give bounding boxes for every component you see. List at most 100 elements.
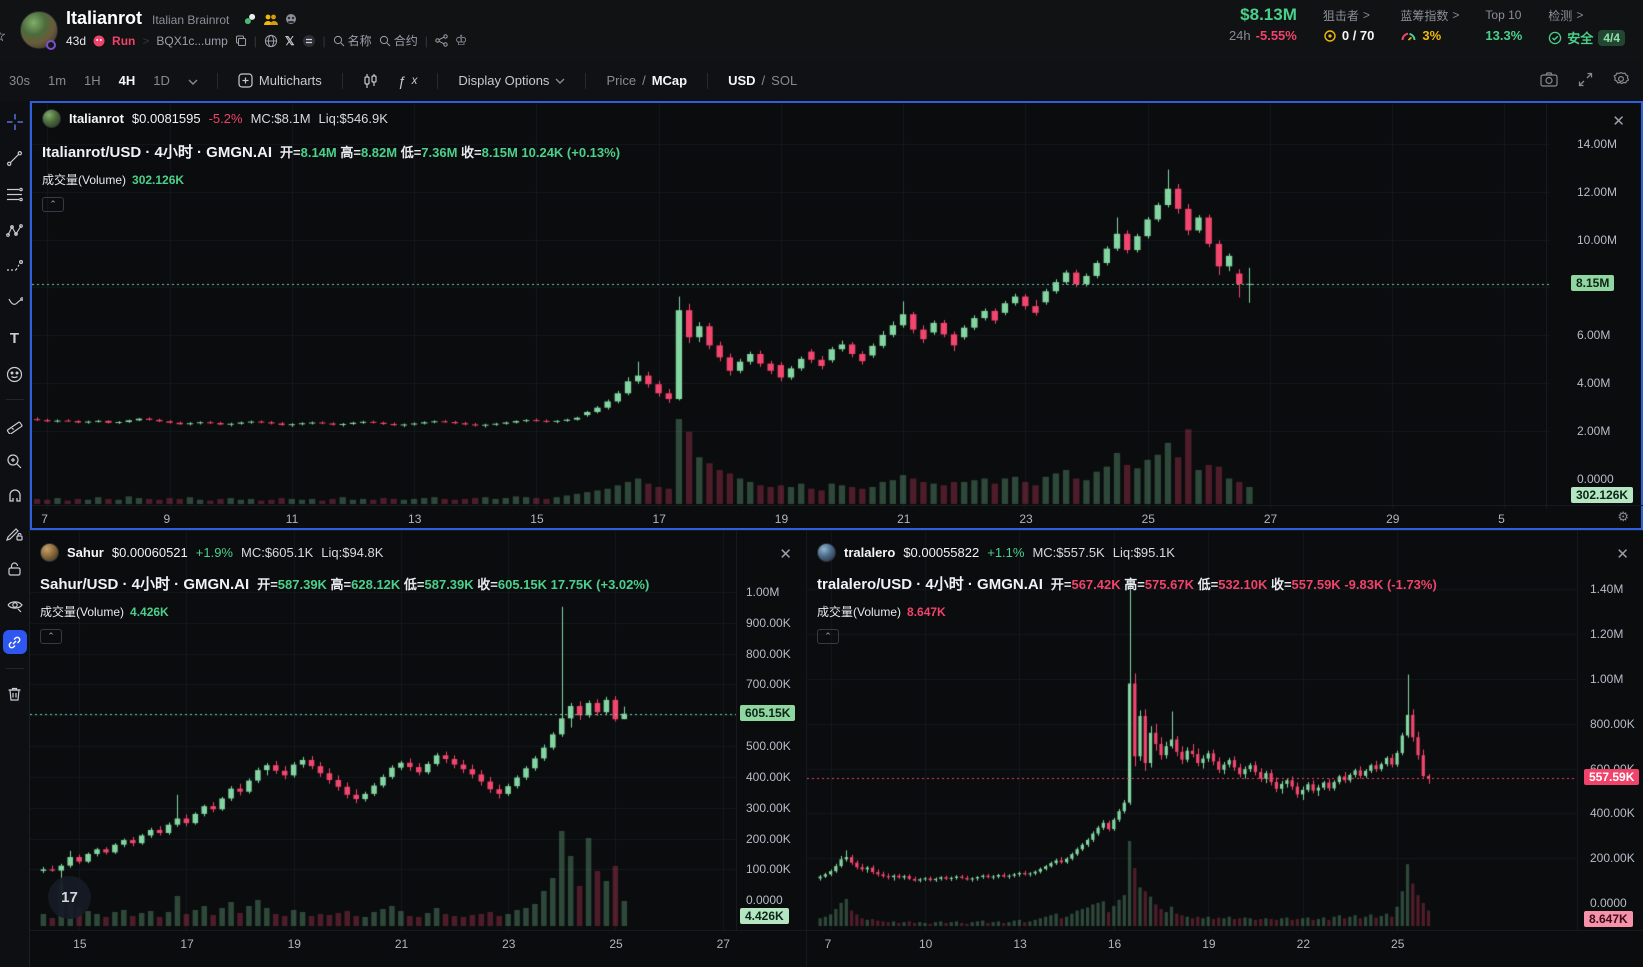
- y-zero-label: 0.0000: [1590, 896, 1627, 910]
- search-by-name-button[interactable]: 名称: [333, 32, 372, 49]
- brush-tool[interactable]: [3, 291, 27, 313]
- timeframe-dropdown-icon[interactable]: [179, 73, 207, 88]
- current-price-tag: 605.15K: [740, 704, 796, 721]
- chevron-right-icon: >: [142, 33, 150, 48]
- dev-badge-icon: [286, 13, 296, 24]
- y-tick-label: 2.00M: [1577, 424, 1611, 439]
- y-tick-label: 200.00K: [1590, 851, 1635, 866]
- collapse-legend-button[interactable]: ⌃: [817, 629, 839, 644]
- y-tick-label: 12.00M: [1577, 184, 1618, 199]
- twitter-x-icon[interactable]: 𝕏: [285, 34, 295, 48]
- x-tick-label: 11: [285, 512, 299, 526]
- timeframe-30s[interactable]: 30s: [0, 73, 39, 88]
- price-axis[interactable]: 14.00M 12.00M 10.00M 6.00M 4.00M 2.00M 0.0000 8…: [1546, 103, 1641, 509]
- collapse-legend-button[interactable]: ⌃: [42, 197, 64, 212]
- crosshair-tool[interactable]: [3, 111, 27, 133]
- stat-bluechip[interactable]: 蓝筹指数 > 3%: [1400, 6, 1459, 47]
- emoji-tool[interactable]: [3, 363, 27, 385]
- token-avatar: [40, 543, 59, 562]
- price-mcap-toggle[interactable]: Price / MCap: [596, 73, 697, 88]
- trend-line-tool[interactable]: [3, 147, 27, 169]
- volume-value: 302.126K: [132, 173, 185, 187]
- price-axis[interactable]: 1.00M 900.00K 800.00K 700.00K 500.00K 400.00K…: [736, 531, 806, 931]
- stat-sniper[interactable]: 狙击者 > 0 / 70: [1323, 6, 1375, 47]
- chart-style-button[interactable]: [353, 73, 388, 89]
- usd-sol-toggle[interactable]: USD / SOL: [718, 73, 807, 88]
- y-zero-label: 0.0000: [746, 893, 783, 908]
- indicators-button[interactable]: ƒx: [388, 73, 428, 89]
- ohlc-readout: 开=8.14M 高=8.82M 低=7.36M 收=8.15M 10.24K (…: [280, 145, 621, 160]
- solscan-icon[interactable]: [302, 34, 316, 48]
- market-cap-value: $8.13M: [1240, 5, 1297, 24]
- text-tool[interactable]: T: [3, 327, 27, 349]
- y-tick-label: 4.00M: [1577, 376, 1611, 391]
- x-tick-label: 27: [716, 937, 730, 951]
- date-axis[interactable]: 7 9 11 13 15 17 19 21 23 25 27 29 5: [32, 505, 1643, 528]
- token-liquidity: Liq:$94.8K: [321, 545, 384, 560]
- close-chart-button[interactable]: ✕: [779, 545, 792, 563]
- close-chart-button[interactable]: ✕: [1616, 545, 1629, 563]
- token-name: tralalero: [844, 545, 896, 560]
- volume-value: 8.647K: [907, 605, 946, 619]
- token-avatar: [42, 109, 61, 128]
- timeframe-1d[interactable]: 1D: [144, 73, 179, 88]
- stat-audit[interactable]: 检测 > 安全 4/4: [1548, 6, 1625, 47]
- remove-drawings-tool[interactable]: [3, 683, 27, 705]
- fib-retracement-tool[interactable]: [3, 183, 27, 205]
- x-tick-label: 15: [530, 512, 544, 526]
- collapse-legend-button[interactable]: ⌃: [40, 629, 62, 644]
- website-icon[interactable]: [264, 34, 278, 48]
- token-header: ☆ Italianrot Italian Brainrot 43d Run > …: [0, 0, 1643, 60]
- token-change: +1.1%: [987, 545, 1025, 560]
- multicharts-button[interactable]: Multicharts: [228, 73, 332, 88]
- y-tick-label: 1.20M: [1590, 627, 1624, 642]
- token-name: Italianrot: [66, 8, 143, 28]
- audit-score-badge: 4/4: [1598, 29, 1625, 46]
- date-axis[interactable]: 7 10 13 16 19 22 25: [807, 930, 1643, 967]
- token-change: +1.9%: [195, 545, 233, 560]
- watchlist-star-icon[interactable]: ☆: [0, 26, 6, 46]
- date-axis[interactable]: 15 17 19 21 23 25 27: [30, 930, 806, 967]
- fullscreen-expand-icon[interactable]: [1578, 72, 1593, 90]
- token-change: -5.2%: [208, 111, 243, 126]
- x-tick-label: 27: [1263, 512, 1278, 526]
- x-tick-label: 23: [502, 937, 516, 951]
- copy-address-icon[interactable]: [235, 35, 247, 47]
- display-options-button[interactable]: Display Options: [448, 73, 575, 88]
- x-tick-label: 22: [1296, 937, 1310, 951]
- chart-settings-gear-icon[interactable]: [1613, 71, 1630, 90]
- y-tick-label: 700.00K: [746, 677, 791, 692]
- y-tick-label: 10.00M: [1577, 232, 1618, 247]
- pump-platform-icon: [93, 35, 105, 46]
- zoom-in-tool[interactable]: [3, 450, 27, 472]
- forecast-tool[interactable]: [3, 255, 27, 277]
- share-icon[interactable]: [435, 34, 448, 47]
- timeframe-1h[interactable]: 1H: [75, 73, 110, 88]
- price-axis[interactable]: 1.40M1.20M1.00M800.00K600.00K400.00K200.…: [1577, 531, 1643, 931]
- close-chart-button[interactable]: ✕: [1612, 112, 1625, 130]
- contract-address[interactable]: BQX1c...ump: [156, 34, 227, 48]
- platform-label[interactable]: Run: [112, 34, 135, 48]
- token-avatar: [817, 543, 836, 562]
- axis-settings-gear-icon[interactable]: ⚙: [1617, 509, 1629, 525]
- drawing-lock-tool[interactable]: [3, 522, 27, 544]
- current-volume-tag: 4.426K: [740, 908, 789, 925]
- screenshot-camera-icon[interactable]: [1540, 71, 1558, 90]
- y-tick-label: 400.00K: [746, 769, 791, 784]
- timeframe-1m[interactable]: 1m: [39, 73, 75, 88]
- chevron-down-icon: [555, 78, 565, 84]
- token-age: 43d: [66, 33, 87, 48]
- gmgn-multichart-app: ☆ Italianrot Italian Brainrot 43d Run > …: [0, 0, 1643, 967]
- tradingview-logo[interactable]: 17: [48, 876, 91, 919]
- hide-all-tool[interactable]: [3, 594, 27, 616]
- timeframe-4h[interactable]: 4H: [110, 73, 145, 88]
- xabcd-pattern-tool[interactable]: [3, 219, 27, 241]
- measure-ruler-tool[interactable]: [3, 414, 27, 436]
- search-by-contract-button[interactable]: 合约: [379, 32, 418, 49]
- magnet-tool[interactable]: [3, 486, 27, 508]
- stat-top10[interactable]: Top 10 13.3%: [1485, 6, 1522, 47]
- sync-drawings-tool[interactable]: [2, 630, 27, 654]
- crown-icon[interactable]: ♔: [455, 32, 468, 49]
- token-name: Sahur: [67, 545, 104, 560]
- lock-all-tool[interactable]: [3, 558, 27, 580]
